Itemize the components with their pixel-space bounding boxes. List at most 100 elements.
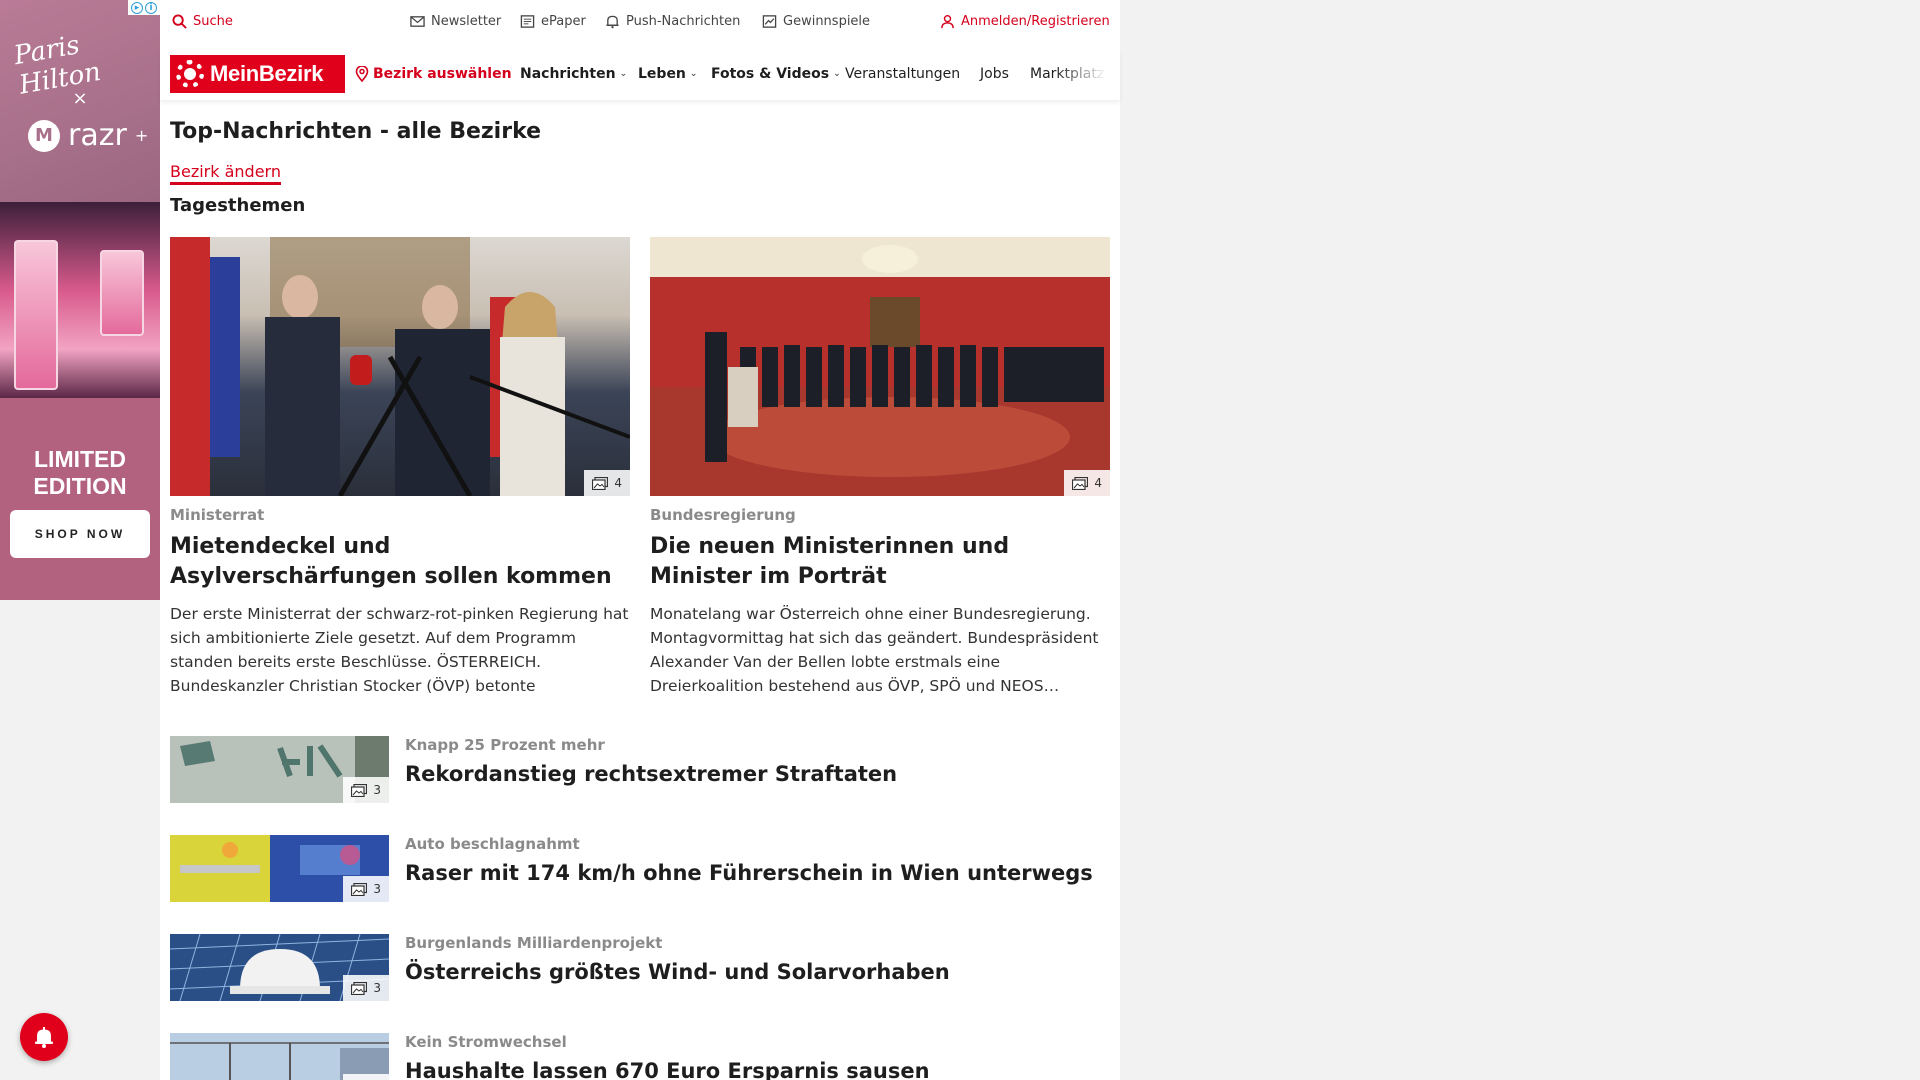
list-article-text: Kein Stromwechsel Haushalte lassen 670 E… — [405, 1033, 930, 1080]
government-swearing-in-photo — [650, 237, 1110, 496]
nav-item-label: Jobs — [980, 66, 1009, 82]
article-title[interactable]: Österreichs größtes Wind- und Solarvorha… — [405, 960, 950, 984]
ad-product-image — [0, 202, 160, 398]
nav-item-veranstaltungen[interactable]: Veranstaltungen — [845, 66, 960, 82]
nav-scroll-fade — [1055, 50, 1120, 100]
notification-bell-button[interactable] — [20, 1013, 68, 1061]
list-article-text: Auto beschlagnahmt Raser mit 174 km/h oh… — [405, 835, 1093, 885]
logo-sun-icon — [176, 60, 204, 88]
ad-headline-line-1: LIMITED — [34, 446, 126, 472]
article-title[interactable]: Mietendeckel und Asylverschärfungen soll… — [170, 532, 630, 592]
main-navigation: MeinBezirk Bezirk auswählen Nachrichten ⌄… — [160, 50, 1120, 100]
search-link[interactable]: Suche — [172, 14, 233, 29]
photo-count-badge: 4 — [1064, 470, 1110, 496]
district-select-button[interactable]: Bezirk auswählen — [355, 66, 512, 82]
photo-count-value: 4 — [1094, 476, 1102, 490]
ad-phone-image — [14, 240, 58, 390]
ad-skyscraper[interactable]: Paris Hilton × M razr + LIMITED EDITION S… — [0, 0, 160, 600]
mail-icon — [410, 16, 425, 27]
bell-icon — [35, 1027, 53, 1048]
ad-brand: M razr + — [28, 118, 148, 153]
list-article[interactable]: 3 Auto beschlagnahmt Raser mit 174 km/h … — [170, 835, 1110, 903]
article-teaser: Der erste Ministerrat der schwarz-rot-pi… — [170, 605, 629, 695]
page-title: Top-Nachrichten - alle Bezirke — [170, 119, 542, 144]
login-link[interactable]: Anmelden/Registrieren — [940, 14, 1110, 29]
gallery-icon — [1072, 476, 1089, 490]
ad-phone-image — [100, 250, 144, 336]
article-title[interactable]: Die neuen Ministerinnen und Minister im … — [650, 532, 1110, 592]
gallery-icon — [351, 783, 368, 797]
article-image[interactable]: 4 — [650, 237, 1110, 496]
article-thumbnail[interactable]: 3 — [170, 1033, 389, 1080]
nav-item-label: Veranstaltungen — [845, 66, 961, 82]
district-select-label: Bezirk auswählen — [373, 66, 512, 82]
ad-choices-icon[interactable]: ▸ i — [128, 0, 160, 15]
nav-item-jobs[interactable]: Jobs — [980, 66, 1009, 82]
login-label: Anmelden/Registrieren — [961, 14, 1110, 29]
article-kicker: Burgenlands Milliardenprojekt — [405, 934, 663, 952]
user-icon — [941, 14, 954, 29]
article-thumbnail[interactable]: 3 — [170, 934, 389, 1001]
nav-item-nachrichten[interactable]: Nachrichten ⌄ — [520, 66, 627, 82]
push-link[interactable]: Push-Nachrichten — [605, 14, 740, 29]
list-article-text: Knapp 25 Prozent mehr Rekordanstieg rech… — [405, 736, 897, 786]
ad-brand-sup: + — [134, 126, 149, 145]
search-icon — [172, 14, 187, 29]
article-title[interactable]: Raser mit 174 km/h ohne Führerschein in … — [405, 861, 1093, 885]
gift-icon — [762, 15, 777, 28]
chevron-down-icon: ⌄ — [833, 69, 841, 79]
newsletter-label: Newsletter — [431, 14, 502, 29]
logo-text: MeinBezirk — [210, 61, 324, 86]
article-thumbnail[interactable]: 3 — [170, 736, 389, 803]
article-thumbnail[interactable]: 3 — [170, 835, 389, 902]
newsletter-link[interactable]: Newsletter — [410, 14, 501, 29]
main-column: Suche Newsletter ePaper Push-Nachrichten… — [160, 0, 1120, 1080]
epaper-link[interactable]: ePaper — [520, 14, 586, 29]
nav-item-leben[interactable]: Leben ⌄ — [638, 66, 697, 82]
ad-x-mark: × — [72, 88, 88, 109]
power-line-photo — [170, 1033, 389, 1080]
contests-label: Gewinnspiele — [783, 14, 871, 29]
site-logo[interactable]: MeinBezirk — [170, 55, 345, 93]
list-article[interactable]: 3 Kein Stromwechsel Haushalte lassen 670… — [170, 1033, 1110, 1080]
photo-count-badge: 4 — [584, 470, 630, 496]
article-kicker: Knapp 25 Prozent mehr — [405, 736, 605, 754]
nav-item-label: Fotos & Videos — [711, 66, 830, 82]
section-title: Tagesthemen — [170, 195, 306, 216]
list-article[interactable]: 3 Burgenlands Milliardenprojekt Österrei… — [170, 934, 1110, 1002]
article-title[interactable]: Haushalte lassen 670 Euro Ersparnis saus… — [405, 1059, 930, 1080]
article-kicker: Bundesregierung — [650, 506, 796, 524]
article-kicker: Kein Stromwechsel — [405, 1033, 567, 1051]
photo-count-badge: 3 — [343, 876, 389, 902]
photo-count-value: 4 — [614, 476, 622, 490]
ad-brand-name: razr — [68, 118, 127, 153]
utility-bar: Suche Newsletter ePaper Push-Nachrichten… — [160, 0, 1120, 46]
photo-count-badge: 3 — [343, 975, 389, 1001]
photo-count-value: 3 — [373, 783, 381, 797]
change-district-link[interactable]: Bezirk ändern — [170, 162, 281, 185]
epaper-label: ePaper — [541, 14, 586, 29]
ad-shop-now-button[interactable]: SHOP NOW — [10, 510, 150, 558]
list-article-text: Burgenlands Milliardenprojekt Österreich… — [405, 934, 950, 984]
contests-link[interactable]: Gewinnspiele — [762, 14, 870, 29]
chevron-down-icon: ⌄ — [689, 69, 698, 79]
nav-item-label: Leben — [638, 66, 686, 82]
gallery-icon — [351, 882, 368, 896]
article-title[interactable]: Rekordanstieg rechtsextremer Straftaten — [405, 762, 897, 786]
featured-article[interactable]: 4 Ministerrat Mietendeckel und Asylversc… — [170, 237, 630, 698]
photo-count-value: 3 — [373, 882, 381, 896]
ad-headline: LIMITED EDITION — [0, 446, 160, 500]
motorola-logo-icon: M — [28, 119, 60, 152]
newspaper-icon — [520, 15, 535, 28]
gallery-icon — [351, 981, 368, 995]
nav-item-fotos-videos[interactable]: Fotos & Videos ⌄ — [711, 66, 841, 82]
ad-headline-line-2: EDITION — [33, 473, 127, 499]
photo-count-badge: 3 — [343, 777, 389, 803]
featured-article[interactable]: 4 Bundesregierung Die neuen Ministerinne… — [650, 237, 1110, 698]
gallery-icon — [592, 476, 609, 490]
article-kicker: Auto beschlagnahmt — [405, 835, 580, 853]
article-teaser: Monatelang war Österreich ohne einer Bun… — [650, 605, 1099, 695]
article-image[interactable]: 4 — [170, 237, 630, 496]
list-article[interactable]: 3 Knapp 25 Prozent mehr Rekordanstieg re… — [170, 736, 1110, 804]
nav-item-label: Nachrichten — [520, 66, 616, 82]
